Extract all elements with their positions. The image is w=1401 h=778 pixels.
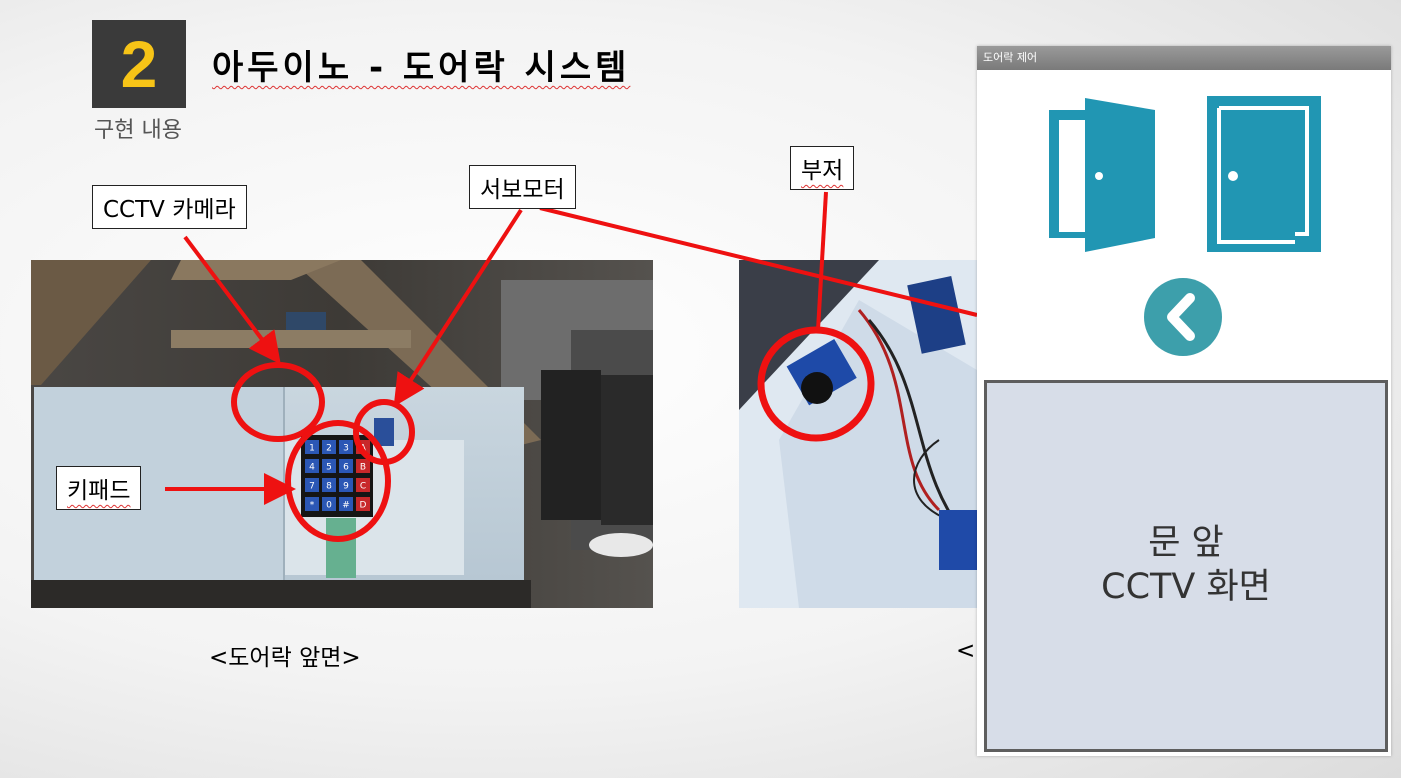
keypad-key-label: # xyxy=(342,501,350,511)
back-button[interactable] xyxy=(1144,278,1222,356)
keypad-key-label: 0 xyxy=(326,501,332,511)
cctv-line2: CCTV 화면 xyxy=(1101,567,1271,607)
doorlock-front-photo: 1 2 3 A 4 5 6 B 7 8 9 C * 0 # D xyxy=(31,260,653,608)
servo-motor-label: 서보모터 xyxy=(469,165,576,209)
doorlock-inside-photo xyxy=(739,260,977,608)
open-door-button[interactable] xyxy=(1047,96,1157,254)
slide-title: 아두이노 - 도어락 시스템 xyxy=(212,48,631,88)
keypad-key-label: 9 xyxy=(343,482,349,492)
close-door-button[interactable] xyxy=(1207,96,1321,252)
cctv-camera-label: CCTV 카메라 xyxy=(92,185,247,229)
chevron-left-icon xyxy=(1144,278,1222,356)
keypad-label: 키패드 xyxy=(56,466,142,510)
cctv-view: 문 앞 CCTV 화면 xyxy=(984,380,1388,752)
keypad-key-label: 3 xyxy=(343,444,349,454)
keypad-key-label: 8 xyxy=(326,482,332,492)
keypad-key-label: B xyxy=(360,463,366,473)
keypad-key-label: 2 xyxy=(326,444,332,454)
door-open-icon xyxy=(1049,98,1155,252)
keypad-key-label: 1 xyxy=(309,444,315,454)
keypad-key-label: 5 xyxy=(326,463,332,473)
keypad-key-label: 7 xyxy=(309,482,315,492)
cctv-line1: 문 앞 xyxy=(1148,523,1224,564)
buzzer-label: 부저 xyxy=(790,146,855,190)
keypad-key-label: C xyxy=(360,482,366,492)
front-caption-text: <도어락 앞면> xyxy=(209,645,361,671)
front-caption: <도어락 앞면> xyxy=(209,638,361,672)
section-number-badge: 2 xyxy=(92,20,186,108)
keypad-key-label: D xyxy=(360,501,367,511)
inside-caption-partial: < xyxy=(956,638,976,664)
keypad-key-label: 4 xyxy=(309,463,315,473)
keypad-key-label: 6 xyxy=(343,463,349,473)
keypad-key-label: A xyxy=(360,444,367,454)
app-titlebar: 도어락 제어 xyxy=(977,46,1391,70)
door-closed-icon xyxy=(1207,96,1321,252)
doorlock-control-app: 도어락 제어 문 앞 CCTV 화면 xyxy=(977,46,1391,756)
keypad-key-label: * xyxy=(310,501,315,511)
slide-subtitle: 구현 내용 xyxy=(94,118,182,143)
